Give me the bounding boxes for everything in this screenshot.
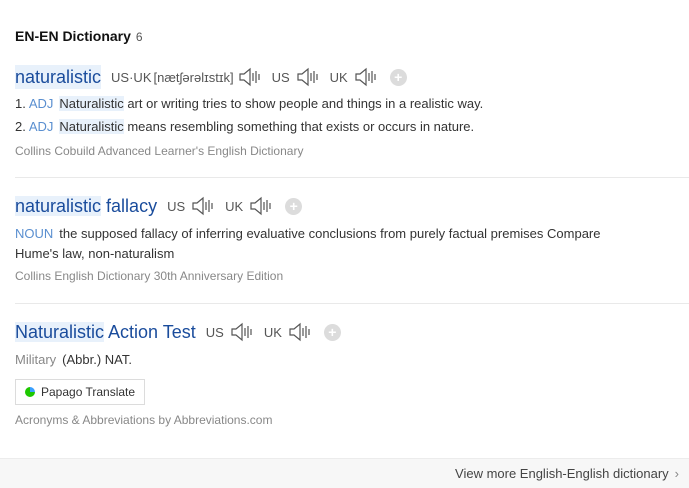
papago-logo-icon xyxy=(24,386,36,398)
definition: Military (Abbr.) NAT. xyxy=(15,352,133,367)
entry-naturalistic-action-test: Naturalistic Action Test US UK + Militar… xyxy=(15,320,689,370)
pronunciation: US UK + xyxy=(206,321,341,343)
view-more-link[interactable]: View more English-English dictionary › xyxy=(455,466,679,481)
headword[interactable]: naturalistic fallacy xyxy=(15,194,157,218)
papago-translate-button[interactable]: Papago Translate xyxy=(15,379,145,405)
add-wordbook-icon[interactable]: + xyxy=(285,197,303,215)
pronunciation: US UK + xyxy=(167,195,303,217)
footer: View more English-English dictionary › xyxy=(0,458,689,488)
part-of-speech: ADJ xyxy=(28,96,54,111)
dictionary-source[interactable]: Acronyms & Abbreviations by Abbreviation… xyxy=(15,413,272,427)
result-count: 6 xyxy=(135,30,143,44)
ipa-text: [nætʃərəlɪstɪk] xyxy=(153,69,234,85)
speaker-icon-us[interactable] xyxy=(296,66,320,88)
definition-continued: Hume's law, non-naturalism xyxy=(15,246,175,261)
divider xyxy=(15,303,689,304)
field-label: Military xyxy=(15,352,57,367)
dictionary-source[interactable]: Collins Cobuild Advanced Learner's Engli… xyxy=(15,144,689,158)
speaker-icon-uk[interactable] xyxy=(354,66,378,88)
speaker-icon-uk[interactable] xyxy=(249,195,273,217)
entry-naturalistic: naturalistic US·UK [nætʃərəlɪstɪk] US UK… xyxy=(15,65,689,158)
pronunciation: US·UK [nætʃərəlɪstɪk] US UK + xyxy=(111,66,407,88)
part-of-speech: ADJ xyxy=(28,119,54,134)
definition-1: 1. ADJ Naturalistic art or writing tries t… xyxy=(15,96,484,111)
speaker-icon-uk[interactable] xyxy=(288,321,312,343)
headword[interactable]: naturalistic xyxy=(15,65,102,89)
speaker-icon-us[interactable] xyxy=(191,195,215,217)
add-wordbook-icon[interactable]: + xyxy=(323,323,341,341)
add-wordbook-icon[interactable]: + xyxy=(389,68,407,86)
headword[interactable]: Naturalistic Action Test xyxy=(15,320,196,344)
chevron-right-icon: › xyxy=(674,466,679,481)
definition: NOUN the supposed fallacy of inferring ev… xyxy=(15,226,601,241)
section-title: EN-EN Dictionary 6 xyxy=(15,28,143,44)
definition-2: 2. ADJ Naturalistic means resembling somet… xyxy=(15,119,475,134)
divider xyxy=(15,177,689,178)
part-of-speech: NOUN xyxy=(15,226,54,241)
speaker-icon-us[interactable] xyxy=(230,321,254,343)
speaker-icon[interactable] xyxy=(238,66,262,88)
entry-naturalistic-fallacy: naturalistic fallacy US UK + NOUN the sup… xyxy=(15,194,689,283)
dictionary-source[interactable]: Collins English Dictionary 30th Annivers… xyxy=(15,269,689,283)
